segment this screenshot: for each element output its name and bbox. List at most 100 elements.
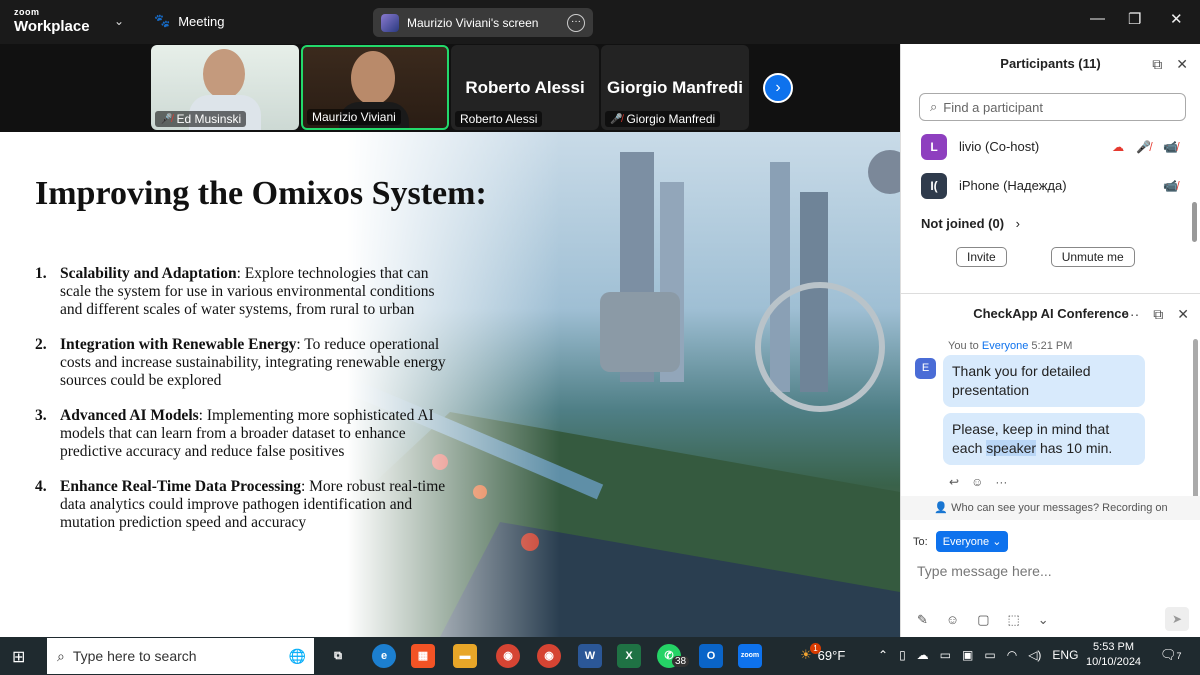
video-tile-maurizio-viviani[interactable]: Maurizio Viviani <box>301 45 449 130</box>
pop-out-icon[interactable]: ⧉ <box>1153 294 1163 334</box>
recipient-selector[interactable]: Everyone ⌄ <box>935 531 1009 552</box>
format-icon[interactable]: ✎ <box>917 612 928 628</box>
file-explorer-icon[interactable]: ▬ <box>453 644 477 668</box>
phone-icon[interactable]: ▯ <box>899 648 906 662</box>
zoom-window: zoom Workplace ⌄ 🐾 Meeting Maurizio Vivi… <box>0 0 1200 675</box>
volume-icon[interactable]: ◁) <box>1028 648 1041 662</box>
shared-slide: Improving the Omixos System: 1. Scalabil… <box>0 132 900 637</box>
chat-message[interactable]: Thank you for detailed presentation <box>943 355 1145 407</box>
word-icon[interactable]: W <box>578 644 602 668</box>
whatsapp-badge: 38 <box>672 656 690 667</box>
unmute-me-button[interactable]: Unmute me <box>1050 247 1135 267</box>
file-icon[interactable]: ▢ <box>977 612 989 628</box>
video-tile-roberto-alessi[interactable]: Roberto Alessi Roberto Alessi <box>451 45 599 130</box>
zoom-title-bar: zoom Workplace ⌄ 🐾 Meeting Maurizio Vivi… <box>0 0 1200 44</box>
video-tile-giorgio-manfredi[interactable]: Giorgio Manfredi 🎤̸ Giorgio Manfredi <box>601 45 749 130</box>
security-icon[interactable]: ▣ <box>962 648 973 662</box>
edge-icon[interactable]: e <box>372 644 396 668</box>
chrome-profile-icon[interactable]: ◉ <box>537 644 561 668</box>
weather-badge: 1 <box>810 643 821 654</box>
emoji-react-icon[interactable]: ☺ <box>971 475 983 489</box>
screenshot-icon[interactable]: ⬚ <box>1007 612 1019 628</box>
restore-icon[interactable]: ❐ <box>1128 10 1141 28</box>
slide-list-item: 3. Advanced AI Models: Implementing more… <box>35 407 434 460</box>
taskbar-search-input[interactable]: ⌕ Type here to search 🌐 <box>47 638 314 674</box>
participant-face <box>203 49 245 99</box>
chat-message[interactable]: Please, keep in mind that each speaker h… <box>943 413 1145 465</box>
participant-face <box>351 51 395 105</box>
more-options-icon[interactable]: ··· <box>567 13 585 32</box>
chat-message-input[interactable]: Type message here... <box>917 563 1052 579</box>
participant-search-input[interactable]: ⌕ Find a participant <box>919 93 1186 121</box>
person-icon: 👤 <box>934 502 949 514</box>
pop-out-icon[interactable]: ⧉ <box>1152 44 1162 84</box>
cloud-icon[interactable]: ☁ <box>917 648 929 662</box>
store-icon[interactable]: ▦ <box>411 644 435 668</box>
mic-off-icon: 🎤̸ <box>160 113 173 125</box>
not-joined-section[interactable]: Not joined (0) › <box>901 205 1200 243</box>
slide-bullet-list: 1. Scalability and Adaptation: Explore t… <box>35 265 455 549</box>
cloud-icon: ☁ <box>1112 139 1125 154</box>
avatar: L <box>921 133 947 160</box>
chevron-up-icon[interactable]: ⌃ <box>878 648 888 662</box>
system-tray: ⌃ ▯ ☁ ▭ ▣ ▭ ◠ ◁) ENG <box>878 648 1078 662</box>
screen-share-indicator[interactable]: Maurizio Viviani's screen ··· <box>373 8 593 37</box>
mic-off-icon: 🎤̸ <box>1136 139 1152 154</box>
more-options-icon[interactable]: ··· <box>1125 294 1139 334</box>
chevron-down-icon[interactable]: ⌄ <box>114 14 124 28</box>
video-off-icon: 📹̸ <box>1163 139 1178 154</box>
chevron-right-icon: › <box>1015 216 1021 231</box>
battery-icon[interactable]: ▭ <box>984 648 995 662</box>
outlook-icon[interactable]: O <box>699 644 723 668</box>
privacy-notice[interactable]: 👤 Who can see your messages? Recording o… <box>901 496 1200 520</box>
emoji-icon[interactable]: ☺ <box>946 612 959 628</box>
participants-scrollbar[interactable] <box>1192 202 1197 242</box>
ribbon-globe-icon: 🌐 <box>288 647 306 664</box>
chat-message-meta: You to Everyone 5:21 PM <box>948 340 1073 352</box>
more-options-icon[interactable]: ··· <box>995 475 1007 489</box>
participant-row[interactable]: I( iPhone (Надежда) 📹̸ <box>901 166 1200 205</box>
chat-scrollbar[interactable] <box>1193 339 1198 499</box>
invite-button[interactable]: Invite <box>956 247 1007 267</box>
chat-header: CheckApp AI Conference ··· ⧉ ✕ <box>901 294 1200 334</box>
slide-title: Improving the Omixos System: <box>35 175 487 212</box>
slide-list-item: 1. Scalability and Adaptation: Explore t… <box>35 265 435 318</box>
slide-list-item: 4. Enhance Real-Time Data Processing: Mo… <box>35 478 446 531</box>
chevron-down-icon[interactable]: ⌄ <box>1038 612 1049 628</box>
excel-icon[interactable]: X <box>617 644 641 668</box>
zoom-app-icon[interactable]: zoom <box>738 644 762 668</box>
close-icon[interactable]: ✕ <box>1170 10 1183 28</box>
meeting-menu[interactable]: 🐾 Meeting <box>154 13 224 29</box>
reply-icon[interactable]: ↩ <box>949 475 959 489</box>
display-icon[interactable]: ▭ <box>940 648 951 662</box>
search-icon: ⌕ <box>930 99 938 114</box>
slide-list-item: 2. Integration with Renewable Energy: To… <box>35 336 446 389</box>
paw-icon: 🐾 <box>154 13 171 28</box>
language-indicator[interactable]: ENG <box>1052 648 1078 662</box>
side-panel: Participants (11) ⧉ ✕ ⌕ Find a participa… <box>900 44 1200 637</box>
participant-name-tag: 🎤̸ Giorgio Manfredi <box>605 111 721 127</box>
next-page-button[interactable]: › <box>763 73 793 103</box>
avatar: I( <box>921 172 947 199</box>
task-view-icon[interactable]: ⧉ <box>326 644 350 668</box>
presenter-avatar <box>381 13 399 32</box>
chrome-icon[interactable]: ◉ <box>496 644 520 668</box>
minimize-icon[interactable]: — <box>1090 10 1105 27</box>
weather-widget[interactable]: ☀ 69°F <box>800 647 845 663</box>
participant-name-tag: 🎤̸ Ed Musinski <box>155 111 247 127</box>
participant-name-tag: Maurizio Viviani <box>307 109 401 125</box>
mic-off-icon: 🎤̸ <box>610 113 623 125</box>
video-strip: 🎤̸ Ed Musinski Maurizio Viviani Roberto A… <box>0 44 900 132</box>
clock[interactable]: 5:53 PM 10/10/2024 <box>1086 640 1141 670</box>
search-icon: ⌕ <box>57 647 65 664</box>
participant-row[interactable]: L livio (Co-host) ☁ 🎤̸ 📹̸ <box>901 127 1200 166</box>
close-icon[interactable]: ✕ <box>1177 294 1189 334</box>
zoom-logo: zoom Workplace <box>14 7 90 35</box>
participant-name-tag: Roberto Alessi <box>455 111 543 127</box>
send-button[interactable]: ➤ <box>1165 607 1189 631</box>
notification-icon[interactable]: 🗨7 <box>1160 647 1182 663</box>
video-tile-ed-musinski[interactable]: 🎤̸ Ed Musinski <box>151 45 299 130</box>
close-icon[interactable]: ✕ <box>1176 44 1188 84</box>
wifi-icon[interactable]: ◠ <box>1007 648 1017 662</box>
windows-start-icon[interactable]: ⊞ <box>12 647 25 667</box>
